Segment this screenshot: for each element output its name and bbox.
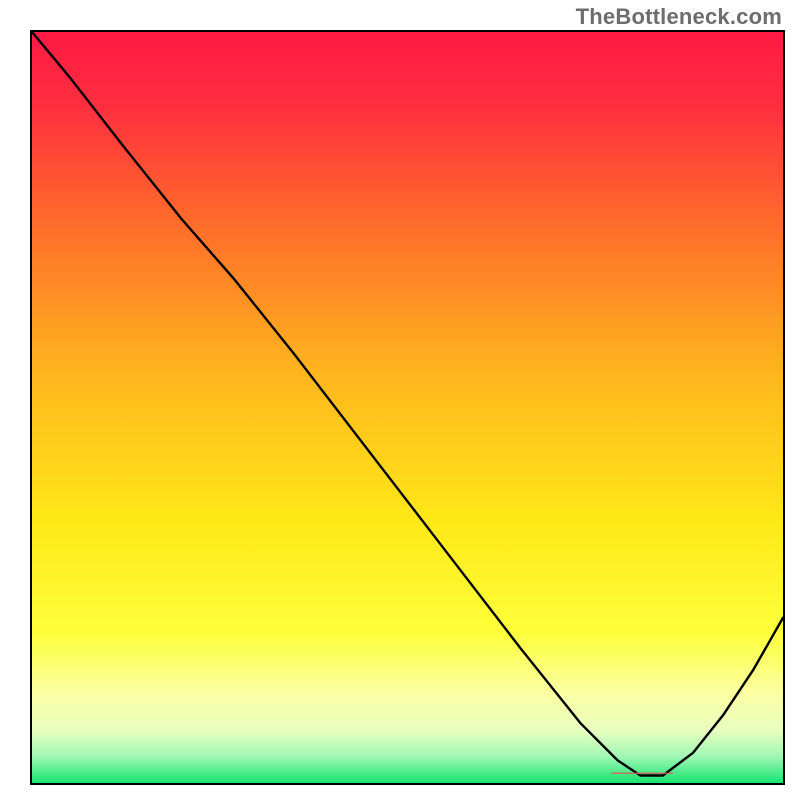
plot-svg [32, 32, 783, 783]
plot-background [32, 32, 783, 783]
watermark-text: TheBottleneck.com [576, 4, 782, 30]
chart-stage: TheBottleneck.com [0, 0, 800, 800]
plot-frame [30, 30, 785, 785]
